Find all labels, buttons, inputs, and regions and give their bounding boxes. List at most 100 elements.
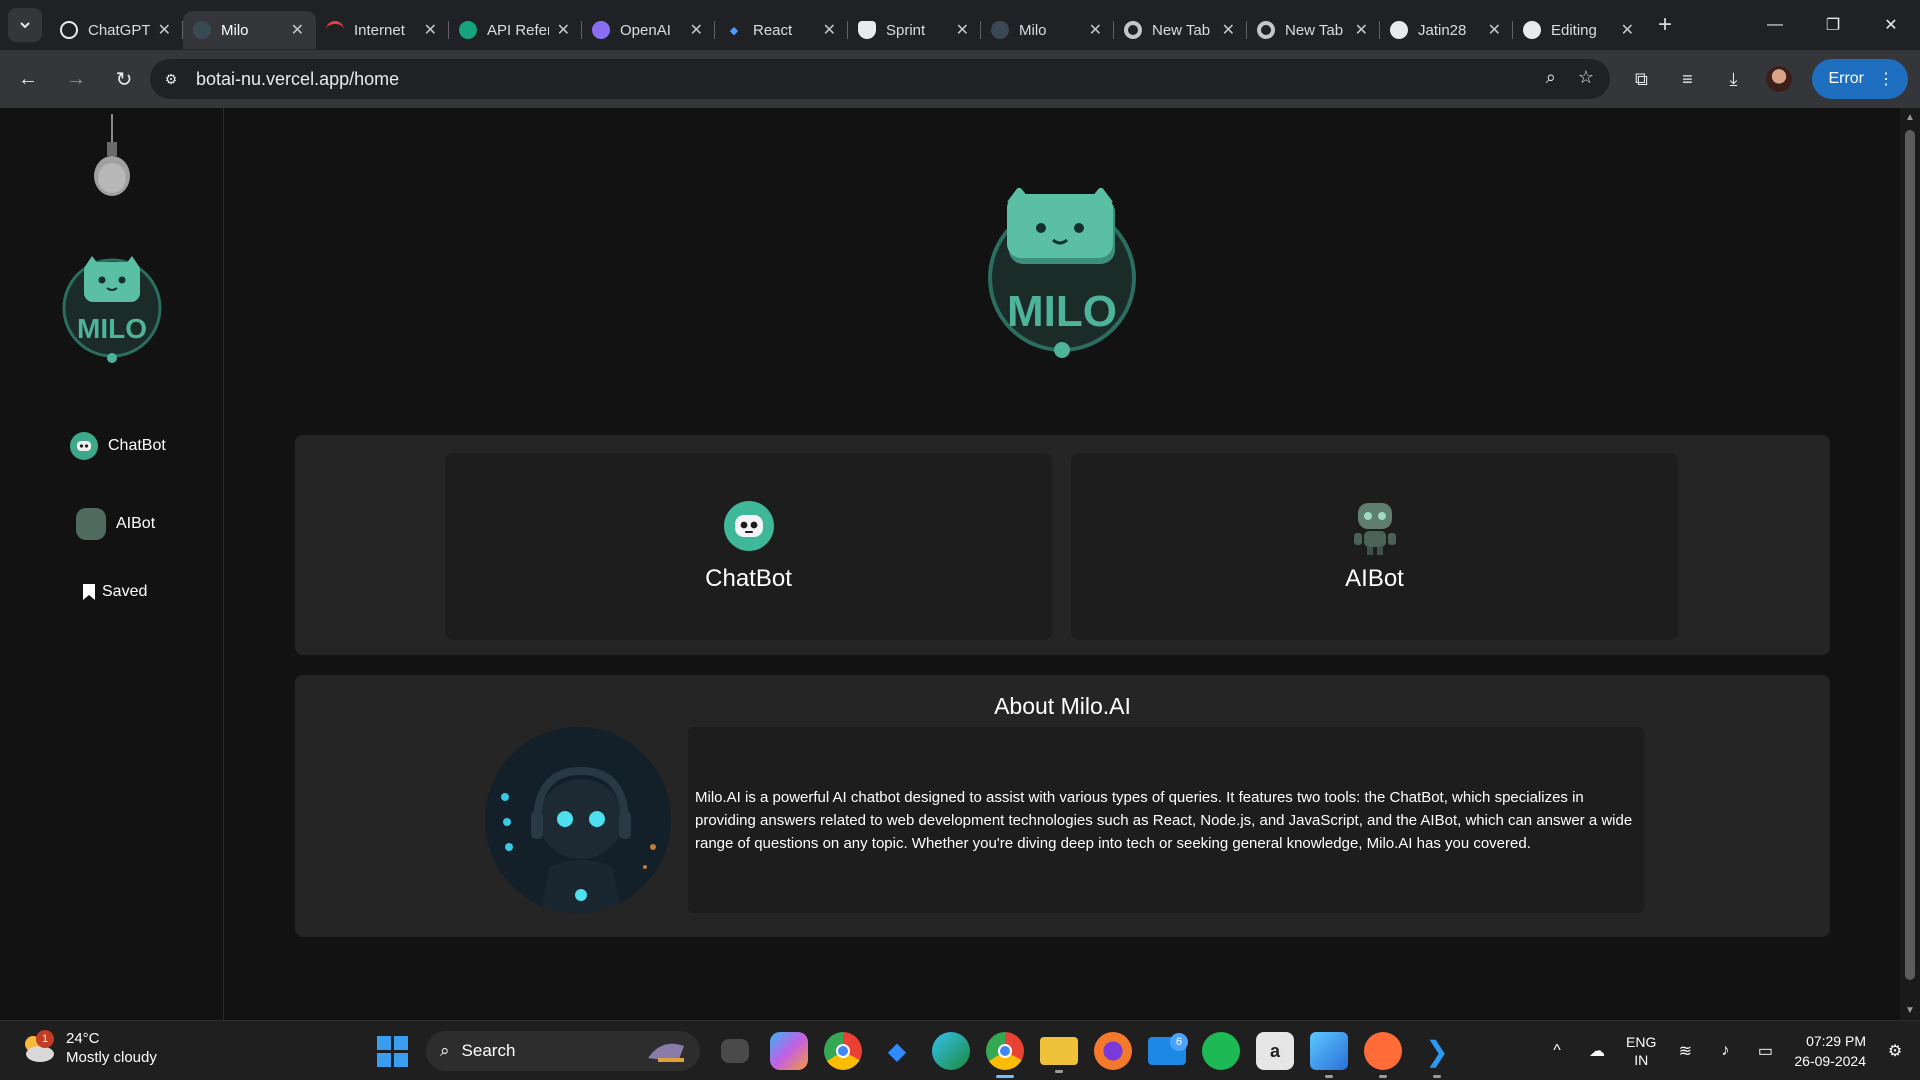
aibot-icon — [76, 508, 106, 540]
page-scrollbar[interactable]: ▲ ▼ — [1900, 108, 1920, 1020]
firefox-icon[interactable] — [1094, 1032, 1132, 1070]
chevron-up-icon[interactable]: ^ — [1546, 1040, 1568, 1062]
battery-icon[interactable]: ▭ — [1754, 1040, 1776, 1062]
sidebar-item-saved[interactable]: Saved — [82, 583, 147, 601]
address-bar[interactable]: ⚙ botai-nu.vercel.app/home ⌕ ☆ — [150, 59, 1610, 99]
chrome-icon[interactable] — [824, 1032, 862, 1070]
site-info-icon[interactable]: ⚙ — [156, 64, 186, 94]
close-icon[interactable]: ✕ — [823, 20, 836, 40]
weather-widget[interactable]: 1 24°C Mostly cloudy — [20, 1029, 157, 1067]
clock[interactable]: 07:29 PM 26-09-2024 — [1794, 1031, 1866, 1071]
tab-internet[interactable]: Internet ✕ — [316, 11, 449, 49]
copilot-icon[interactable] — [770, 1032, 808, 1070]
shield-icon — [858, 21, 876, 39]
task-view-icon[interactable] — [721, 1039, 749, 1063]
scrollbar-thumb[interactable] — [1905, 130, 1915, 980]
close-icon[interactable]: ✕ — [1621, 20, 1634, 40]
vscode-icon[interactable]: ❯ — [1418, 1032, 1456, 1078]
tab-sprint[interactable]: Sprint ✕ — [848, 11, 981, 49]
search-icon: ⌕ — [440, 1041, 450, 1060]
back-button[interactable]: ← — [8, 59, 48, 99]
postman-icon[interactable] — [1364, 1032, 1402, 1078]
notification-icon[interactable]: ⚙ — [1884, 1040, 1906, 1062]
minimize-icon[interactable]: — — [1746, 0, 1804, 50]
mail-icon[interactable]: 6 — [1148, 1033, 1188, 1065]
tab-react[interactable]: ◆ React ✕ — [715, 11, 848, 49]
sidebar-item-label: AIBot — [116, 515, 156, 532]
spotify-icon[interactable] — [1202, 1032, 1240, 1070]
onedrive-icon[interactable]: ☁ — [1586, 1040, 1608, 1062]
reload-button[interactable]: ↻ — [104, 59, 144, 99]
omnibox-actions: ⌕ ☆ — [1546, 67, 1594, 88]
url-text[interactable]: botai-nu.vercel.app/home — [196, 69, 399, 90]
star-icon[interactable]: ☆ — [1578, 67, 1594, 88]
aibot-icon — [1353, 503, 1396, 555]
amazon-icon[interactable]: a — [1256, 1032, 1294, 1070]
active-indicator — [996, 1075, 1014, 1078]
close-icon[interactable]: ✕ — [1089, 20, 1102, 40]
volume-icon[interactable]: ♪ — [1714, 1040, 1736, 1062]
tab-search-button[interactable] — [8, 8, 42, 42]
tab-milo[interactable]: Milo ✕ — [981, 11, 1114, 49]
close-icon[interactable]: ✕ — [690, 20, 703, 40]
download-icon[interactable]: ⤓ — [1720, 66, 1746, 92]
close-icon[interactable]: ✕ — [956, 20, 969, 40]
close-icon[interactable]: ✕ — [291, 20, 304, 40]
tab-github-jatin[interactable]: Jatin28 ✕ — [1380, 11, 1513, 49]
dropbox-icon[interactable]: ◆ — [878, 1032, 916, 1070]
chrome-icon — [1257, 21, 1275, 39]
error-label: Error — [1828, 70, 1864, 87]
open-indicator — [1433, 1075, 1441, 1078]
card-aibot[interactable]: AIBot — [1071, 453, 1678, 640]
profile-avatar[interactable] — [1766, 66, 1793, 92]
close-icon[interactable]: ✕ — [158, 20, 171, 40]
tab-new-tab[interactable]: New Tab ✕ — [1114, 11, 1247, 49]
edge-icon[interactable] — [932, 1032, 970, 1070]
close-icon[interactable]: ✕ — [1222, 20, 1235, 40]
error-menu-button[interactable]: Error ⋮ — [1812, 59, 1908, 99]
tab-chatgpt[interactable]: ChatGPT ✕ — [50, 11, 183, 49]
bot-cards-panel: ChatBot AIBot — [295, 435, 1830, 655]
wifi-icon[interactable]: ≋ — [1674, 1040, 1696, 1062]
tab-milo-active[interactable]: Milo ✕ — [183, 11, 316, 49]
close-icon[interactable]: ✕ — [1488, 20, 1501, 40]
chatbot-icon — [70, 432, 98, 460]
new-tab-button[interactable]: + — [1658, 11, 1672, 39]
tab-new-tab[interactable]: New Tab ✕ — [1247, 11, 1380, 49]
close-icon[interactable]: ✕ — [1355, 20, 1368, 40]
sidebar-item-aibot[interactable]: AIBot — [76, 508, 155, 540]
bookmark-icon — [83, 584, 95, 600]
restore-icon[interactable]: ❐ — [1804, 0, 1862, 50]
zoom-icon[interactable]: ⌕ — [1546, 67, 1556, 88]
forward-button[interactable]: → — [56, 59, 96, 99]
scroll-down-icon[interactable]: ▼ — [1905, 1005, 1915, 1016]
media-control-icon[interactable]: ≡ — [1674, 66, 1700, 92]
photos-icon[interactable] — [1310, 1032, 1348, 1078]
scroll-up-icon[interactable]: ▲ — [1905, 112, 1915, 123]
taskbar-search[interactable]: ⌕ Search — [426, 1031, 700, 1071]
github-icon — [1390, 21, 1408, 39]
milo-logo[interactable]: MILO — [62, 248, 162, 364]
chrome-profile-icon[interactable] — [986, 1032, 1024, 1078]
language-indicator[interactable]: ENG IN — [1626, 1033, 1656, 1069]
openai-icon — [592, 21, 610, 39]
about-panel: About Milo.AI Milo.AI is a powerful AI c… — [295, 675, 1830, 937]
close-icon[interactable]: ✕ — [424, 20, 437, 40]
tab-openai[interactable]: OpenAI ✕ — [582, 11, 715, 49]
tab-api-reference[interactable]: API Reference ✕ — [449, 11, 582, 49]
close-icon[interactable]: ✕ — [557, 20, 570, 40]
tab-title: Jatin28 — [1418, 21, 1467, 39]
browser-tab-strip: ChatGPT ✕ Milo ✕ Internet ✕ API Referenc… — [0, 0, 1920, 50]
sidebar-item-chatbot[interactable]: ChatBot — [70, 432, 166, 460]
chrome-icon — [1124, 21, 1142, 39]
toolbar-right: ⧉ ≡ ⤓ Error ⋮ — [1628, 59, 1908, 99]
file-explorer-icon[interactable] — [1040, 1037, 1078, 1073]
start-button[interactable] — [374, 1033, 410, 1069]
close-window-icon[interactable]: ✕ — [1862, 0, 1920, 50]
tab-title: New Tab — [1152, 21, 1211, 39]
tab-github-editing[interactable]: Editing ✕ — [1513, 11, 1646, 49]
card-chatbot[interactable]: ChatBot — [445, 453, 1052, 640]
weather-badge: 1 — [36, 1030, 54, 1048]
lightbulb-toggle-icon[interactable] — [93, 114, 131, 204]
extensions-icon[interactable]: ⧉ — [1628, 66, 1654, 92]
